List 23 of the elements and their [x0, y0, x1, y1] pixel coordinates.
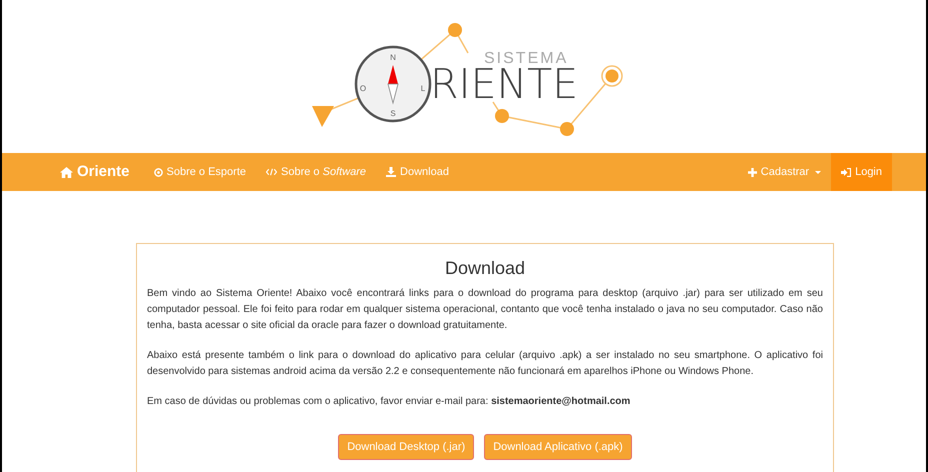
code-icon	[266, 168, 278, 176]
plus-icon	[748, 168, 757, 176]
download-button[interactable]: Download Desktop (.jar)	[338, 434, 474, 460]
brand-link[interactable]: Oriente	[50, 153, 144, 191]
paragraph: Abaixo está presente também o link para o download do aplicativo para celular (arquivo .apk) a ser instalado no seu smartphone. O aplicativo foi desenvolvido para sistemas android acima da versão 2.2 e consequentemente não funcionará em aparelhos iPhone ou Windows Phone.	[147, 348, 823, 379]
paragraph: Bem vindo ao Sistema Oriente! Abaixo você encontrará links para o download do programa para desktop (arquivo .jar) para ser utilizado em seu computador pessoal. Ele foi feito para rodar em qualquer sistema operacional, contanto que você tenha instalado o java no seu computador. Caso não tenha, basta acessar o site oficial da oracle para fazer o download gratuitamente.	[147, 286, 823, 333]
compass-icon	[154, 168, 163, 176]
compass-letter: L	[420, 84, 426, 93]
compass-letter: N	[390, 53, 396, 62]
nav-link[interactable]: Cadastrar	[738, 153, 832, 191]
nav-link[interactable]: Sobre o Esporte	[144, 153, 256, 191]
compass-letter: S	[390, 109, 396, 118]
paragraph: Em caso de dúvidas ou problemas com o aplicativo, favor enviar e-mail para: sistemaoriente@hotmail.com	[147, 394, 632, 409]
download-icon	[386, 167, 396, 177]
nav-link[interactable]: Sobre o Software	[256, 153, 376, 191]
login-icon	[841, 168, 852, 176]
nav-link[interactable]: Login	[831, 153, 892, 191]
panel-title: Download	[444, 258, 526, 280]
home-icon	[60, 166, 73, 178]
download-button[interactable]: Download Aplicativo (.apk)	[484, 434, 632, 460]
nav-link[interactable]: Download	[376, 153, 459, 191]
compass-icon	[354, 46, 432, 122]
compass-letter: O	[360, 84, 366, 93]
